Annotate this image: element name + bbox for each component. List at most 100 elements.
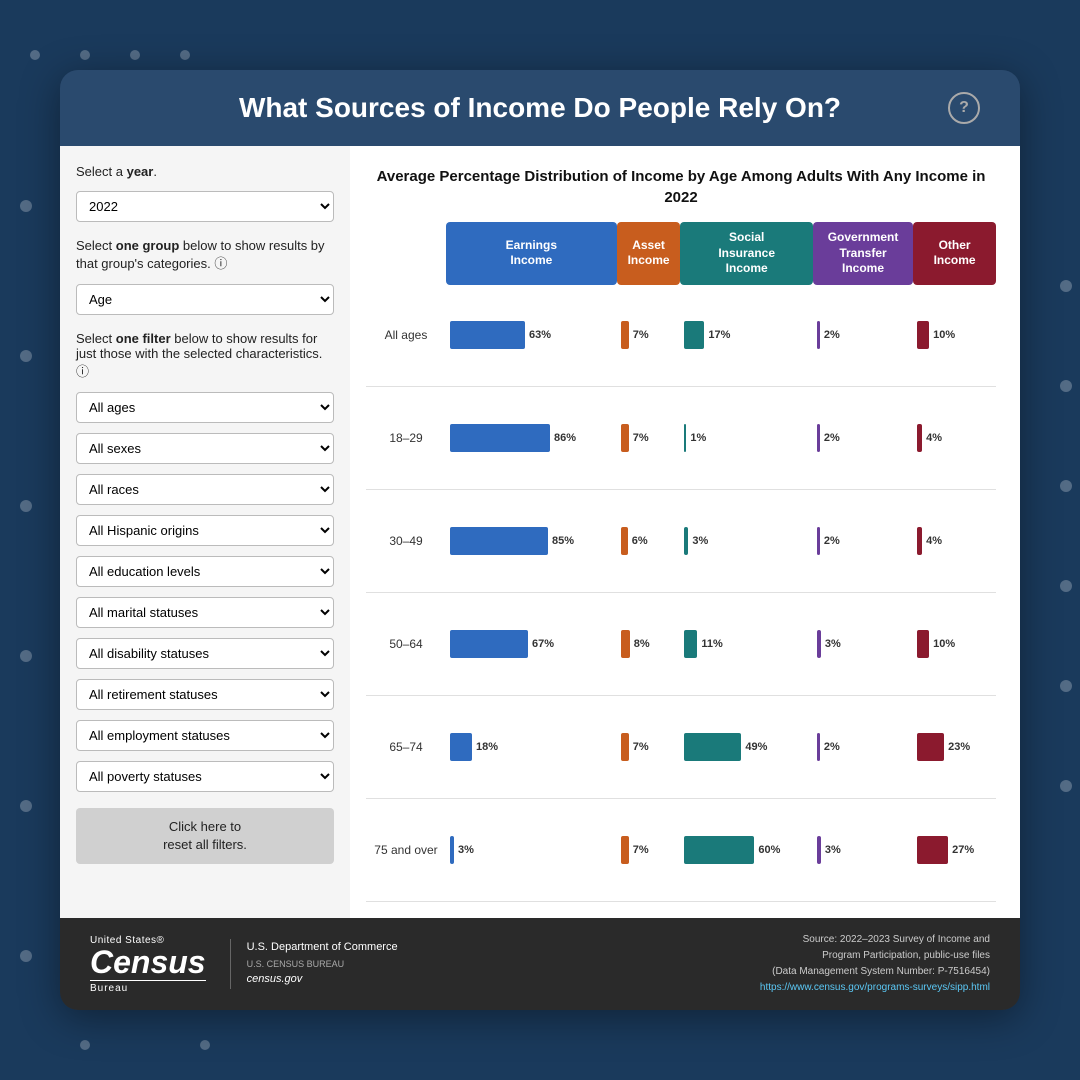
bg-dot [1060, 580, 1072, 592]
bg-dot [20, 350, 32, 362]
bar-cell-earnings: 85% [446, 490, 617, 593]
main-card: What Sources of Income Do People Rely On… [60, 70, 1020, 1010]
bar-pct-other: 10% [933, 329, 955, 341]
bar-cell-asset: 7% [617, 695, 681, 798]
bar-cell-govt: 2% [813, 387, 913, 490]
bg-dot [130, 50, 140, 60]
bg-dot [20, 650, 32, 662]
row-age-label: 50–64 [366, 592, 446, 695]
bar-cell-asset: 7% [617, 798, 681, 901]
chart-row: All ages 63% 7% 17% 2% 10% [366, 285, 996, 387]
marital-filter[interactable]: All marital statuses [76, 597, 334, 628]
bar-pct-social: 49% [745, 741, 767, 753]
reset-button[interactable]: Click here toreset all filters. [76, 808, 334, 864]
chart-row: 50–6467%8%11%3%10% [366, 592, 996, 695]
row-age-label: 18–29 [366, 387, 446, 490]
bar-pct-govt: 2% [824, 535, 840, 547]
bar-pct-earnings: 85% [552, 535, 574, 547]
bar-social [684, 733, 741, 761]
bar-cell-other: 23% [913, 695, 996, 798]
bar-cell-asset: 7% [617, 387, 681, 490]
bar-pct-asset: 7% [633, 844, 649, 856]
bar-pct-other: 4% [926, 432, 942, 444]
education-filter[interactable]: All education levels [76, 556, 334, 587]
bg-dot [1060, 680, 1072, 692]
help-icon[interactable]: ? [948, 92, 980, 124]
bar-social [684, 527, 688, 555]
dept-line1: U.S. Department of Commerce [247, 939, 398, 957]
bar-pct-govt: 2% [824, 329, 840, 341]
bar-cell-social: 1% [680, 387, 813, 490]
sidebar: Select a year. 2022 Select one group bel… [60, 146, 350, 918]
bar-pct-social: 3% [692, 535, 708, 547]
source-link[interactable]: https://www.census.gov/programs-surveys/… [760, 980, 990, 996]
logo-main: Census [90, 946, 206, 978]
chart-row: 65–7418%7%49%2%23% [366, 695, 996, 798]
year-select[interactable]: 2022 [76, 191, 334, 222]
census-logo: United States® Census Bureau [90, 935, 206, 994]
bar-cell-govt: 2% [813, 285, 913, 387]
bar-social [684, 424, 686, 452]
bar-asset [621, 733, 629, 761]
bar-pct-earnings: 63% [529, 329, 551, 341]
bar-other [917, 424, 922, 452]
retirement-filter[interactable]: All retirement statuses [76, 679, 334, 710]
bar-pct-asset: 7% [633, 329, 649, 341]
footer-dept: U.S. Department of Commerce U.S. CENSUS … [230, 939, 398, 989]
bar-pct-earnings: 86% [554, 432, 576, 444]
bar-asset [621, 630, 630, 658]
bg-dot [80, 1040, 90, 1050]
bar-pct-other: 27% [952, 844, 974, 856]
bar-cell-other: 4% [913, 387, 996, 490]
chart-area: Average Percentage Distribution of Incom… [350, 146, 1020, 918]
year-label: Select a year. [76, 164, 334, 179]
chart-row: 30–4985%6%3%2%4% [366, 490, 996, 593]
poverty-filter[interactable]: All poverty statuses [76, 761, 334, 792]
bar-pct-social: 17% [708, 329, 730, 341]
th-other: OtherIncome [913, 222, 996, 285]
bar-cell-asset: 7% [617, 285, 681, 387]
bar-earnings [450, 527, 548, 555]
employment-filter[interactable]: All employment statuses [76, 720, 334, 751]
row-age-label: All ages [366, 285, 446, 387]
bg-dot [1060, 780, 1072, 792]
bar-asset [621, 836, 629, 864]
card-body: Select a year. 2022 Select one group bel… [60, 146, 1020, 918]
races-filter[interactable]: All races [76, 474, 334, 505]
bar-cell-earnings: 3% [446, 798, 617, 901]
bar-social [684, 321, 704, 349]
bar-earnings [450, 321, 525, 349]
ages-filter[interactable]: All ages [76, 392, 334, 423]
bar-pct-other: 10% [933, 638, 955, 650]
bar-pct-asset: 6% [632, 535, 648, 547]
th-asset: AssetIncome [617, 222, 681, 285]
bg-dot [80, 50, 90, 60]
bar-earnings [450, 424, 550, 452]
bar-cell-earnings: 86% [446, 387, 617, 490]
bar-cell-govt: 3% [813, 798, 913, 901]
bar-other [917, 836, 948, 864]
group-select[interactable]: Age [76, 284, 334, 315]
bar-pct-social: 11% [701, 638, 722, 650]
bar-govt [817, 321, 820, 349]
th-social: SocialInsuranceIncome [680, 222, 813, 285]
bar-cell-other: 27% [913, 798, 996, 901]
bar-pct-govt: 2% [824, 432, 840, 444]
bar-cell-govt: 2% [813, 695, 913, 798]
bar-cell-govt: 2% [813, 490, 913, 593]
row-age-label: 30–49 [366, 490, 446, 593]
sexes-filter[interactable]: All sexes [76, 433, 334, 464]
group-label: Select one group below to show results b… [76, 238, 334, 272]
bar-pct-asset: 7% [633, 741, 649, 753]
bar-cell-social: 60% [680, 798, 813, 901]
bg-dot [30, 50, 40, 60]
bar-cell-earnings: 67% [446, 592, 617, 695]
bar-asset [621, 527, 628, 555]
disability-filter[interactable]: All disability statuses [76, 638, 334, 669]
bg-dot [1060, 480, 1072, 492]
hispanic-filter[interactable]: All Hispanic origins [76, 515, 334, 546]
bar-pct-earnings: 18% [476, 741, 498, 753]
bar-earnings [450, 630, 528, 658]
chart-row: 75 and over3%7%60%3%27% [366, 798, 996, 901]
bar-cell-asset: 6% [617, 490, 681, 593]
